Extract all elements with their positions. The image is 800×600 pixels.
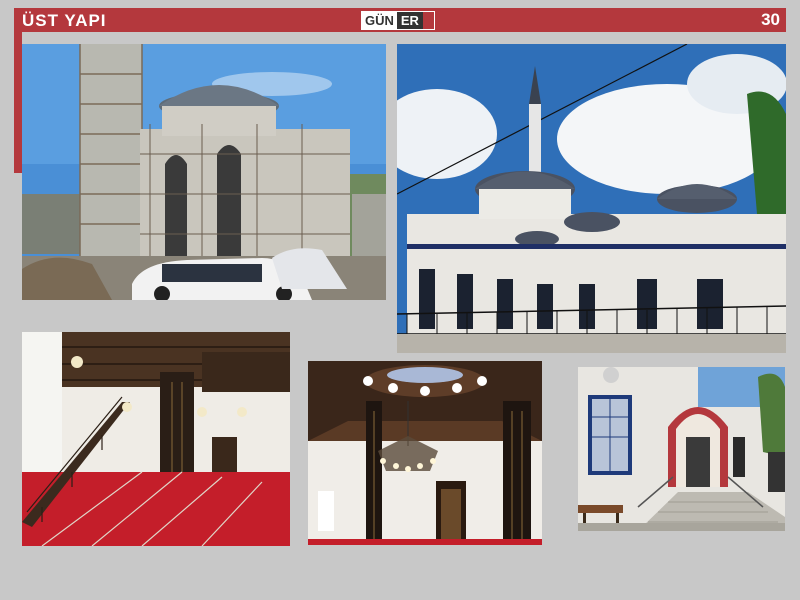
page-title: ÜST YAPI [22,11,107,30]
logo-text-part1: GÜN [362,12,397,29]
company-logo: GÜN ER [361,11,435,30]
photo-prayer-hall-interior [22,332,290,546]
left-accent-bar [14,8,22,173]
photo-mosque-exterior-completed [397,44,786,353]
photo-dome-interior-chandelier [308,361,542,545]
photo-side-entrance [578,367,785,531]
photo-mosque-under-construction [22,44,386,300]
page-number: 30 [761,10,780,29]
logo-text-part2: ER [396,12,423,29]
